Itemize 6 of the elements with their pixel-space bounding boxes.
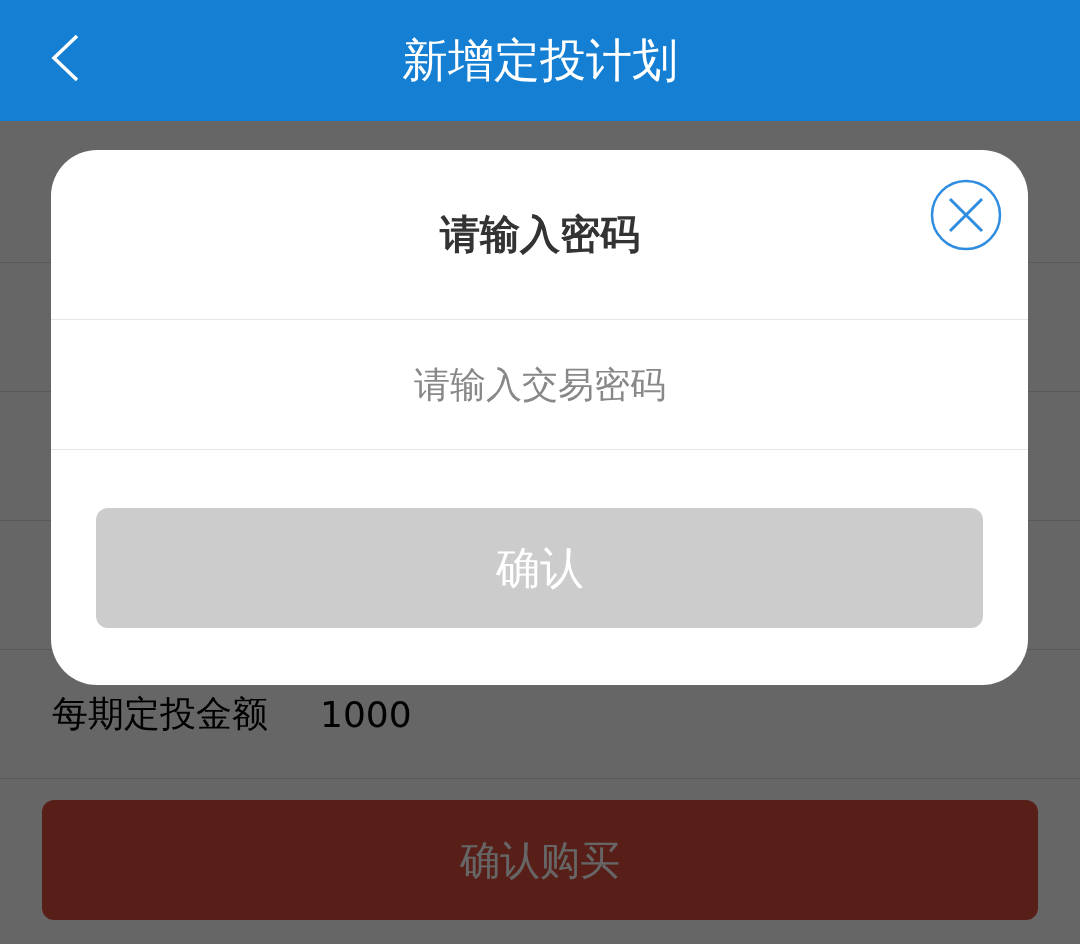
close-icon[interactable] bbox=[930, 179, 1002, 251]
back-icon[interactable] bbox=[50, 33, 80, 83]
field-label: 每期定投金额 bbox=[52, 691, 268, 736]
page-title: 新增定投计划 bbox=[402, 31, 678, 89]
confirm-purchase-button[interactable]: 确认购买 bbox=[42, 800, 1038, 920]
field-value: 1000 bbox=[320, 693, 412, 735]
